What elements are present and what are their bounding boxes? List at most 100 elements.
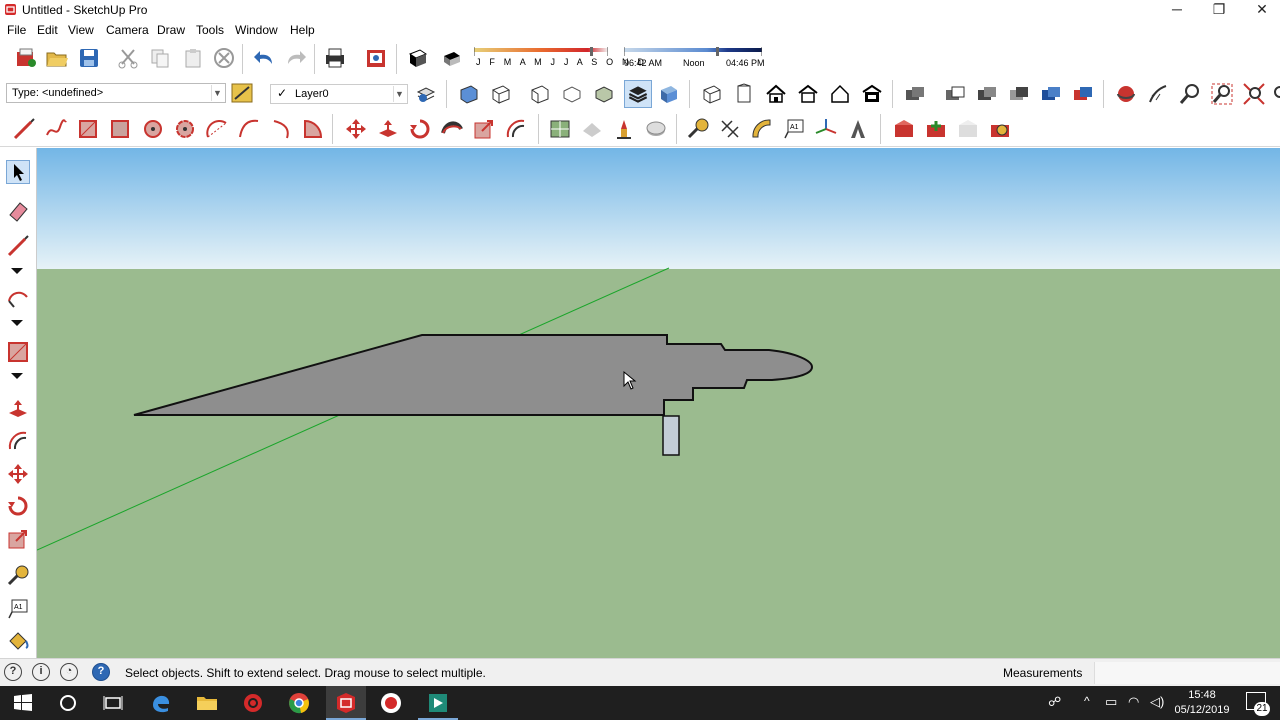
shadow-month-slider[interactable] [474,47,608,56]
subtract-icon[interactable] [943,82,967,106]
menu-edit[interactable]: Edit [37,23,58,37]
people-icon[interactable]: ☍ [1048,694,1061,710]
chevron-down-icon[interactable] [11,373,23,379]
task-view-icon[interactable] [101,691,125,715]
fog-toggle-icon[interactable] [440,46,464,70]
arc-tool-icon[interactable] [6,287,30,311]
help-icon[interactable]: ? [92,663,110,681]
line-tool-icon[interactable] [6,234,30,258]
copy-icon[interactable] [148,46,172,70]
axes-icon[interactable] [814,117,838,141]
close-button[interactable]: ✕ [1239,0,1280,20]
front-view-icon[interactable] [528,82,552,106]
chevron-down-icon[interactable]: ▼ [211,85,223,101]
protractor-icon[interactable] [750,117,774,141]
wifi-icon[interactable]: ◠ [1128,694,1139,710]
hidden-line-icon[interactable] [592,82,616,106]
model-info-icon[interactable] [364,46,388,70]
erase-delete-icon[interactable] [212,46,236,70]
extension-warehouse-icon[interactable] [644,117,668,141]
edge-browser-icon[interactable] [149,691,173,715]
rotated-rectangle-icon[interactable] [108,117,132,141]
tape-measure-icon[interactable] [686,117,710,141]
redo-icon[interactable] [284,46,308,70]
sketchup-taskbar-button[interactable] [326,686,366,720]
show-hidden-icons-chevron[interactable]: ^ [1084,694,1090,708]
components-icon[interactable] [924,117,948,141]
toggle-terrain-icon[interactable] [580,117,604,141]
freehand-icon[interactable] [44,117,68,141]
pie-icon[interactable] [301,117,325,141]
intersect-icon[interactable] [1007,82,1031,106]
print-icon[interactable] [323,46,347,70]
menu-help[interactable]: Help [290,23,315,37]
move-tool-icon[interactable] [344,117,368,141]
rotate-icon[interactable] [408,117,432,141]
credits-icon[interactable]: i [32,663,50,681]
top-view-icon[interactable] [489,82,513,106]
dimension-icon[interactable] [718,117,742,141]
right-view-icon[interactable] [796,82,820,106]
minimize-button[interactable]: ─ [1154,0,1200,20]
handle-rectangle[interactable] [662,415,680,456]
push-pull-tool-icon[interactable] [6,397,30,421]
select-tool[interactable] [6,160,30,184]
entity-info-icon[interactable] [230,81,254,105]
file-explorer-icon[interactable] [195,691,219,715]
offset-tool-icon[interactable] [6,429,30,453]
layer-visible-check-icon[interactable]: ✓ [277,86,287,100]
chrome-icon[interactable] [287,691,311,715]
new-file-icon[interactable] [14,46,38,70]
text-tool-icon[interactable]: A1 [782,117,806,141]
circle-icon[interactable] [141,117,165,141]
paste-icon[interactable] [181,46,205,70]
styles-icon[interactable] [988,117,1012,141]
geo-location-icon[interactable]: ? [4,663,22,681]
layer-selector[interactable]: ✓ Layer0 ▼ [270,84,408,104]
shadows-toggle-icon[interactable] [406,46,430,70]
two-point-arc-icon[interactable] [237,117,261,141]
entity-type-field[interactable]: Type: <undefined> ▼ [6,83,226,103]
tape-measure-tool-icon[interactable] [6,564,30,588]
restore-button[interactable]: ❐ [1196,0,1242,20]
zoom-extents-icon[interactable] [1242,82,1266,106]
measurements-input[interactable] [1094,662,1280,684]
volume-icon[interactable]: ◁) [1150,694,1164,710]
add-location-icon[interactable] [548,117,572,141]
undo-icon[interactable] [252,46,276,70]
open-folder-icon[interactable] [45,46,69,70]
union-icon[interactable] [903,82,927,106]
menu-camera[interactable]: Camera [106,23,149,37]
arc-icon[interactable] [205,117,229,141]
cortana-search-icon[interactable] [56,691,80,715]
left-view-icon[interactable] [860,82,884,106]
app-red-icon[interactable] [241,691,265,715]
polygon-icon[interactable] [173,117,197,141]
xray-icon[interactable] [560,82,584,106]
iso-camera-icon[interactable] [700,82,724,106]
cut-icon[interactable] [116,46,140,70]
menu-view[interactable]: View [68,23,94,37]
shaded-style-icon[interactable] [624,80,652,108]
menu-draw[interactable]: Draw [157,23,185,37]
layer-manager-icon[interactable] [414,82,438,106]
system-clock[interactable]: 15:48 05/12/2019 [1170,688,1234,718]
home-icon[interactable] [764,82,788,106]
three-point-arc-icon[interactable] [269,117,293,141]
zoom-window-icon[interactable] [1210,82,1234,106]
iso-view-icon[interactable] [457,82,481,106]
scale-tool-icon[interactable] [6,527,30,551]
offset-icon[interactable] [504,117,528,141]
previous-view-icon[interactable] [1272,82,1280,106]
editor-taskbar-button[interactable] [418,686,458,720]
menu-file[interactable]: File [7,23,26,37]
outliner-icon[interactable] [892,117,916,141]
shaded-textures-icon[interactable] [657,82,681,106]
chevron-down-icon[interactable] [11,268,23,274]
chevron-down-icon[interactable]: ▼ [393,86,405,102]
menu-window[interactable]: Window [235,23,278,37]
3d-text-icon[interactable] [846,117,870,141]
rectangle-tool-icon[interactable] [6,340,30,364]
viewport-canvas[interactable] [37,148,1280,658]
outer-shell-icon[interactable] [1071,82,1095,106]
